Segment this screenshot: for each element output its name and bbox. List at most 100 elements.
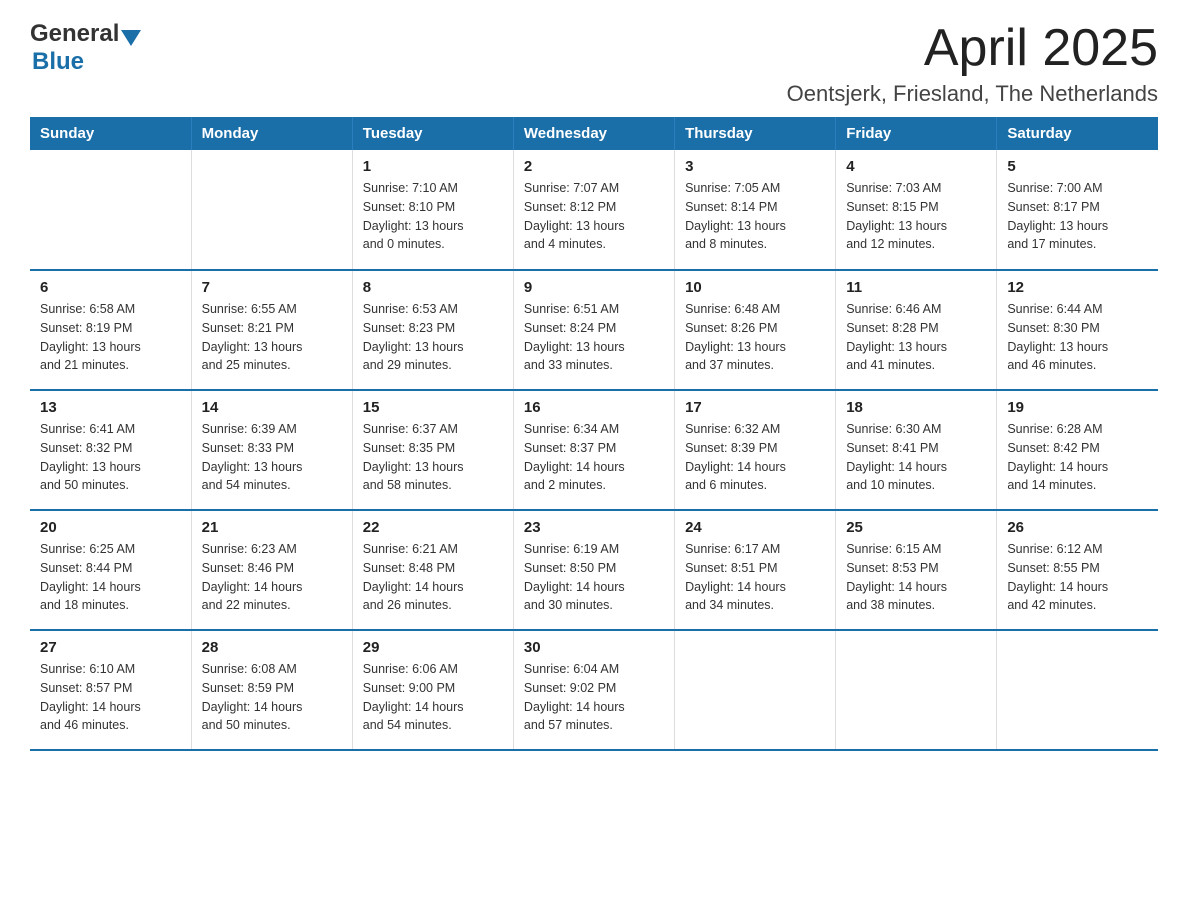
calendar-table: SundayMondayTuesdayWednesdayThursdayFrid…: [30, 117, 1158, 751]
day-number: 11: [846, 279, 986, 296]
calendar-cell: 6 Sunrise: 6:58 AM Sunset: 8:19 PM Daylig…: [30, 270, 191, 390]
calendar-cell: 17 Sunrise: 6:32 AM Sunset: 8:39 PM Dayli…: [675, 390, 836, 510]
day-number: 15: [363, 399, 503, 416]
day-number: 16: [524, 399, 664, 416]
day-info: Sunrise: 7:07 AM Sunset: 8:12 PM Dayligh…: [524, 179, 664, 254]
day-info: Sunrise: 6:25 AM Sunset: 8:44 PM Dayligh…: [40, 540, 181, 615]
day-number: 26: [1007, 519, 1148, 536]
day-number: 7: [202, 279, 342, 296]
day-info: Sunrise: 6:32 AM Sunset: 8:39 PM Dayligh…: [685, 420, 825, 495]
day-header-thursday: Thursday: [675, 117, 836, 150]
calendar-cell: 1Sunrise: 7:10 AM Sunset: 8:10 PM Daylig…: [352, 150, 513, 270]
calendar-cell: 22 Sunrise: 6:21 AM Sunset: 8:48 PM Dayli…: [352, 510, 513, 630]
day-number: 14: [202, 399, 342, 416]
day-number: 6: [40, 279, 181, 296]
day-number: 19: [1007, 399, 1148, 416]
day-number: 30: [524, 639, 664, 656]
calendar-cell: 21 Sunrise: 6:23 AM Sunset: 8:46 PM Dayli…: [191, 510, 352, 630]
day-number: 29: [363, 639, 503, 656]
day-info: Sunrise: 6:21 AM Sunset: 8:48 PM Dayligh…: [363, 540, 503, 615]
calendar-cell: [30, 150, 191, 270]
day-info: Sunrise: 7:00 AM Sunset: 8:17 PM Dayligh…: [1007, 179, 1148, 254]
calendar-header: SundayMondayTuesdayWednesdayThursdayFrid…: [30, 117, 1158, 150]
calendar-cell: 28 Sunrise: 6:08 AM Sunset: 8:59 PM Dayli…: [191, 630, 352, 750]
day-info: Sunrise: 7:03 AM Sunset: 8:15 PM Dayligh…: [846, 179, 986, 254]
day-number: 27: [40, 639, 181, 656]
day-number: 21: [202, 519, 342, 536]
day-number: 17: [685, 399, 825, 416]
day-info: Sunrise: 6:51 AM Sunset: 8:24 PM Dayligh…: [524, 300, 664, 375]
page-title: April 2025: [787, 20, 1158, 77]
day-header-wednesday: Wednesday: [513, 117, 674, 150]
calendar-cell: [675, 630, 836, 750]
calendar-cell: 4 Sunrise: 7:03 AM Sunset: 8:15 PM Daylig…: [836, 150, 997, 270]
calendar-cell: 20 Sunrise: 6:25 AM Sunset: 8:44 PM Dayli…: [30, 510, 191, 630]
day-header-friday: Friday: [836, 117, 997, 150]
calendar-cell: 9 Sunrise: 6:51 AM Sunset: 8:24 PM Daylig…: [513, 270, 674, 390]
logo-triangle-icon: [121, 30, 141, 46]
calendar-cell: 15 Sunrise: 6:37 AM Sunset: 8:35 PM Dayli…: [352, 390, 513, 510]
day-info: Sunrise: 6:46 AM Sunset: 8:28 PM Dayligh…: [846, 300, 986, 375]
day-info: Sunrise: 6:55 AM Sunset: 8:21 PM Dayligh…: [202, 300, 342, 375]
calendar-cell: 12 Sunrise: 6:44 AM Sunset: 8:30 PM Dayli…: [997, 270, 1158, 390]
day-info: Sunrise: 6:06 AM Sunset: 9:00 PM Dayligh…: [363, 660, 503, 735]
day-number: 10: [685, 279, 825, 296]
day-number: 24: [685, 519, 825, 536]
day-header-monday: Monday: [191, 117, 352, 150]
calendar-cell: 11 Sunrise: 6:46 AM Sunset: 8:28 PM Dayli…: [836, 270, 997, 390]
calendar-cell: 8 Sunrise: 6:53 AM Sunset: 8:23 PM Daylig…: [352, 270, 513, 390]
calendar-cell: 24 Sunrise: 6:17 AM Sunset: 8:51 PM Dayli…: [675, 510, 836, 630]
day-header-sunday: Sunday: [30, 117, 191, 150]
calendar-cell: 7 Sunrise: 6:55 AM Sunset: 8:21 PM Daylig…: [191, 270, 352, 390]
day-number: 3: [685, 158, 825, 175]
week-row-4: 20 Sunrise: 6:25 AM Sunset: 8:44 PM Dayli…: [30, 510, 1158, 630]
day-info: Sunrise: 6:44 AM Sunset: 8:30 PM Dayligh…: [1007, 300, 1148, 375]
calendar-cell: 2Sunrise: 7:07 AM Sunset: 8:12 PM Daylig…: [513, 150, 674, 270]
calendar-cell: 18Sunrise: 6:30 AM Sunset: 8:41 PM Dayli…: [836, 390, 997, 510]
day-info: Sunrise: 6:37 AM Sunset: 8:35 PM Dayligh…: [363, 420, 503, 495]
calendar-cell: 26 Sunrise: 6:12 AM Sunset: 8:55 PM Dayli…: [997, 510, 1158, 630]
calendar-cell: 13 Sunrise: 6:41 AM Sunset: 8:32 PM Dayli…: [30, 390, 191, 510]
day-number: 20: [40, 519, 181, 536]
day-info: Sunrise: 6:12 AM Sunset: 8:55 PM Dayligh…: [1007, 540, 1148, 615]
day-info: Sunrise: 6:53 AM Sunset: 8:23 PM Dayligh…: [363, 300, 503, 375]
page-header: General Blue April 2025 Oentsjerk, Fries…: [30, 20, 1158, 107]
day-number: 23: [524, 519, 664, 536]
day-number: 9: [524, 279, 664, 296]
day-info: Sunrise: 6:39 AM Sunset: 8:33 PM Dayligh…: [202, 420, 342, 495]
day-number: 1: [363, 158, 503, 175]
page-subtitle: Oentsjerk, Friesland, The Netherlands: [787, 81, 1158, 107]
week-row-3: 13 Sunrise: 6:41 AM Sunset: 8:32 PM Dayli…: [30, 390, 1158, 510]
day-info: Sunrise: 6:19 AM Sunset: 8:50 PM Dayligh…: [524, 540, 664, 615]
logo: General Blue: [30, 20, 141, 76]
calendar-cell: 16 Sunrise: 6:34 AM Sunset: 8:37 PM Dayli…: [513, 390, 674, 510]
calendar-cell: 25Sunrise: 6:15 AM Sunset: 8:53 PM Dayli…: [836, 510, 997, 630]
calendar-cell: 23 Sunrise: 6:19 AM Sunset: 8:50 PM Dayli…: [513, 510, 674, 630]
logo-general-text: General: [30, 20, 119, 48]
calendar-cell: 14 Sunrise: 6:39 AM Sunset: 8:33 PM Dayli…: [191, 390, 352, 510]
day-info: Sunrise: 6:41 AM Sunset: 8:32 PM Dayligh…: [40, 420, 181, 495]
calendar-cell: 30Sunrise: 6:04 AM Sunset: 9:02 PM Dayli…: [513, 630, 674, 750]
day-number: 5: [1007, 158, 1148, 175]
day-info: Sunrise: 6:17 AM Sunset: 8:51 PM Dayligh…: [685, 540, 825, 615]
day-info: Sunrise: 6:48 AM Sunset: 8:26 PM Dayligh…: [685, 300, 825, 375]
day-number: 12: [1007, 279, 1148, 296]
day-info: Sunrise: 6:23 AM Sunset: 8:46 PM Dayligh…: [202, 540, 342, 615]
day-number: 13: [40, 399, 181, 416]
calendar-cell: 27 Sunrise: 6:10 AM Sunset: 8:57 PM Dayli…: [30, 630, 191, 750]
calendar-body: 1Sunrise: 7:10 AM Sunset: 8:10 PM Daylig…: [30, 150, 1158, 750]
day-info: Sunrise: 6:58 AM Sunset: 8:19 PM Dayligh…: [40, 300, 181, 375]
day-info: Sunrise: 6:34 AM Sunset: 8:37 PM Dayligh…: [524, 420, 664, 495]
calendar-cell: 19 Sunrise: 6:28 AM Sunset: 8:42 PM Dayli…: [997, 390, 1158, 510]
day-number: 8: [363, 279, 503, 296]
day-info: Sunrise: 6:28 AM Sunset: 8:42 PM Dayligh…: [1007, 420, 1148, 495]
logo-blue-text: Blue: [32, 48, 84, 75]
day-info: Sunrise: 6:10 AM Sunset: 8:57 PM Dayligh…: [40, 660, 181, 735]
day-info: Sunrise: 6:08 AM Sunset: 8:59 PM Dayligh…: [202, 660, 342, 735]
day-info: Sunrise: 6:30 AM Sunset: 8:41 PM Dayligh…: [846, 420, 986, 495]
day-number: 28: [202, 639, 342, 656]
title-block: April 2025 Oentsjerk, Friesland, The Net…: [787, 20, 1158, 107]
day-info: Sunrise: 7:05 AM Sunset: 8:14 PM Dayligh…: [685, 179, 825, 254]
day-number: 22: [363, 519, 503, 536]
day-number: 4: [846, 158, 986, 175]
